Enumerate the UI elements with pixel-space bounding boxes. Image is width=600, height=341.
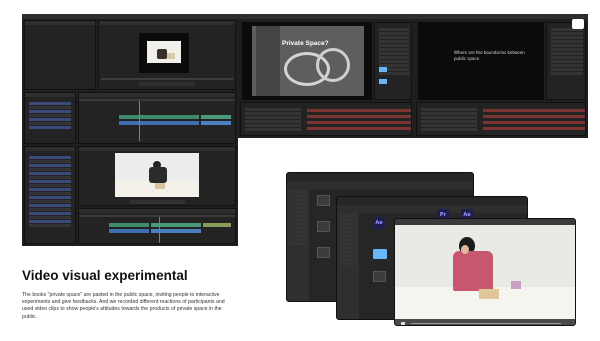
premiere-window [22,14,238,246]
project-list-bottom [24,146,76,244]
file-thumbnail[interactable] [373,271,386,282]
ae-timeline-left [240,102,412,136]
bottom-preview [115,153,199,197]
book [479,289,499,299]
ae-composition-viewer-left: Private Space? [242,22,372,100]
file-thumbnail[interactable] [317,221,330,232]
finder-sidebar [337,213,359,319]
overlay-text-left: Private Space? [282,40,329,47]
ae-composition-viewer-right: Where are the boundaries between public … [418,22,544,100]
program-monitor [98,20,236,90]
program-monitor-bottom [78,146,236,206]
section-heading: Video visual experimental [22,268,188,283]
premiere-titlebar [22,14,238,19]
after-effects-window-left: Private Space? [238,14,414,138]
video-frame[interactable] [395,225,575,321]
project-panel [24,92,76,144]
program-preview [139,33,189,73]
overlay-text-right-line1: Where are the boundaries between [454,50,525,55]
after-effects-app-icon[interactable]: Ae [373,217,385,229]
person-body [453,251,493,291]
playback-controls-bottom[interactable] [129,200,185,204]
file-thumbnail[interactable] [317,195,330,206]
playback-controls[interactable] [139,82,195,86]
timeline-panel-top [78,92,236,144]
file-thumbnail[interactable] [317,247,330,258]
ae-effects-panel-right [546,22,586,100]
overlay-text-right-line2: public space [454,56,480,61]
corner-badge-icon [572,19,584,29]
after-effects-window-right: Where are the boundaries between public … [414,14,588,138]
finder-sidebar [287,189,309,301]
timeline-panel-bottom [78,208,236,244]
ae-effects-panel-left [374,22,412,100]
video-player-window [394,218,576,326]
video-controls[interactable] [395,319,575,325]
ae-timeline-right [416,102,586,136]
source-monitor [24,20,96,90]
section-description: The books "private space" are pasted in … [22,292,225,320]
folder-icon[interactable] [373,249,387,259]
